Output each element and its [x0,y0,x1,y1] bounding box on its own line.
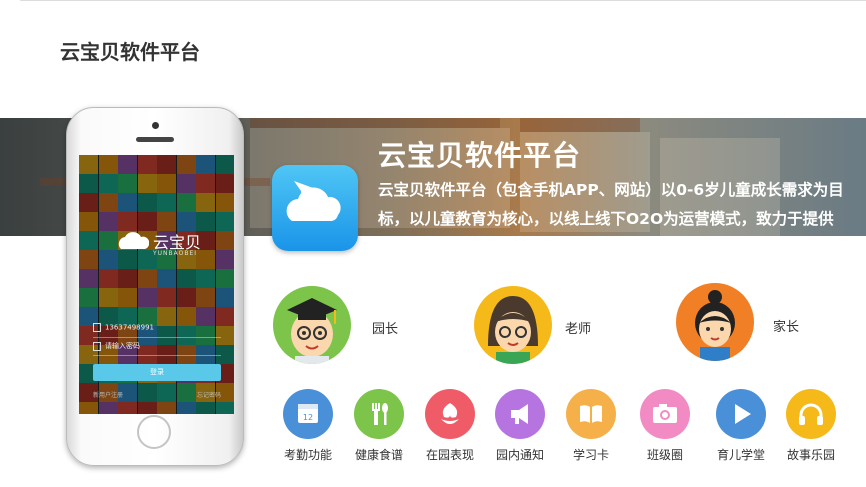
feature-healthy-recipes[interactable]: 健康食谱 [349,389,409,463]
feature-label: 故事乐园 [786,448,835,462]
feature-attendance[interactable]: 12 考勤功能 [278,389,338,463]
flower-icon [425,389,475,439]
phone-screen: 云宝贝 YUNBAOBEI 13637498991 请输入密码 登录 新用户注册… [79,155,234,414]
principal-avatar[interactable] [273,286,351,364]
page-title: 云宝贝软件平台 [60,40,200,64]
app-icon [272,165,358,251]
feature-class-circle[interactable]: 班级圈 [635,389,695,463]
username-field[interactable]: 13637498991 [93,323,221,338]
register-link[interactable]: 新用户注册 [93,392,123,399]
banner-description: 云宝贝软件平台（包含手机APP、网站）以0-6岁儿童成长需求为目标，以儿童教育为… [378,181,844,257]
lock-icon [93,341,101,351]
login-button[interactable]: 登录 [93,364,221,381]
feature-parenting-school[interactable]: 育儿学堂 [711,389,771,463]
feature-notice[interactable]: 园内通知 [490,389,550,463]
feature-performance[interactable]: 在园表现 [420,389,480,463]
parent-avatar[interactable] [676,283,754,361]
feature-label: 学习卡 [572,448,609,462]
feature-story-park[interactable]: 故事乐园 [781,389,841,463]
feature-label: 考勤功能 [283,448,332,462]
headphones-icon [786,389,836,439]
teacher-avatar[interactable] [474,286,552,364]
camera-icon [640,389,690,439]
top-divider [20,0,866,1]
book-icon [566,389,616,439]
feature-label: 健康食谱 [354,448,403,462]
role-principal-label: 园长 [372,322,399,337]
role-teacher-label: 老师 [565,322,592,337]
cloud-logo-icon [118,232,149,249]
feature-study-card[interactable]: 学习卡 [561,389,621,463]
feature-label: 班级圈 [646,448,683,462]
phone-mockup: 云宝贝 YUNBAOBEI 13637498991 请输入密码 登录 新用户注册… [66,107,244,466]
play-icon [716,389,766,439]
feature-label: 园内通知 [495,448,544,462]
svg-text:12: 12 [303,413,313,422]
feature-label: 在园表现 [425,448,474,462]
password-field[interactable]: 请输入密码 [93,341,221,356]
calendar-icon: 12 [283,389,333,439]
forgot-password-link[interactable]: 忘记密码 [197,390,221,399]
speaker-icon [136,137,174,142]
banner-title: 云宝贝软件平台 [378,139,582,172]
megaphone-icon [495,389,545,439]
feature-label: 育儿学堂 [716,448,765,462]
home-button [137,415,171,449]
user-icon [93,323,101,332]
screen-links: 新用户注册 忘记密码 [93,390,221,399]
phone-logo-subtitle: YUNBAOBEI [153,250,198,257]
fork-spoon-icon [354,389,404,439]
role-parent-label: 家长 [773,320,800,335]
camera-icon [152,122,159,129]
